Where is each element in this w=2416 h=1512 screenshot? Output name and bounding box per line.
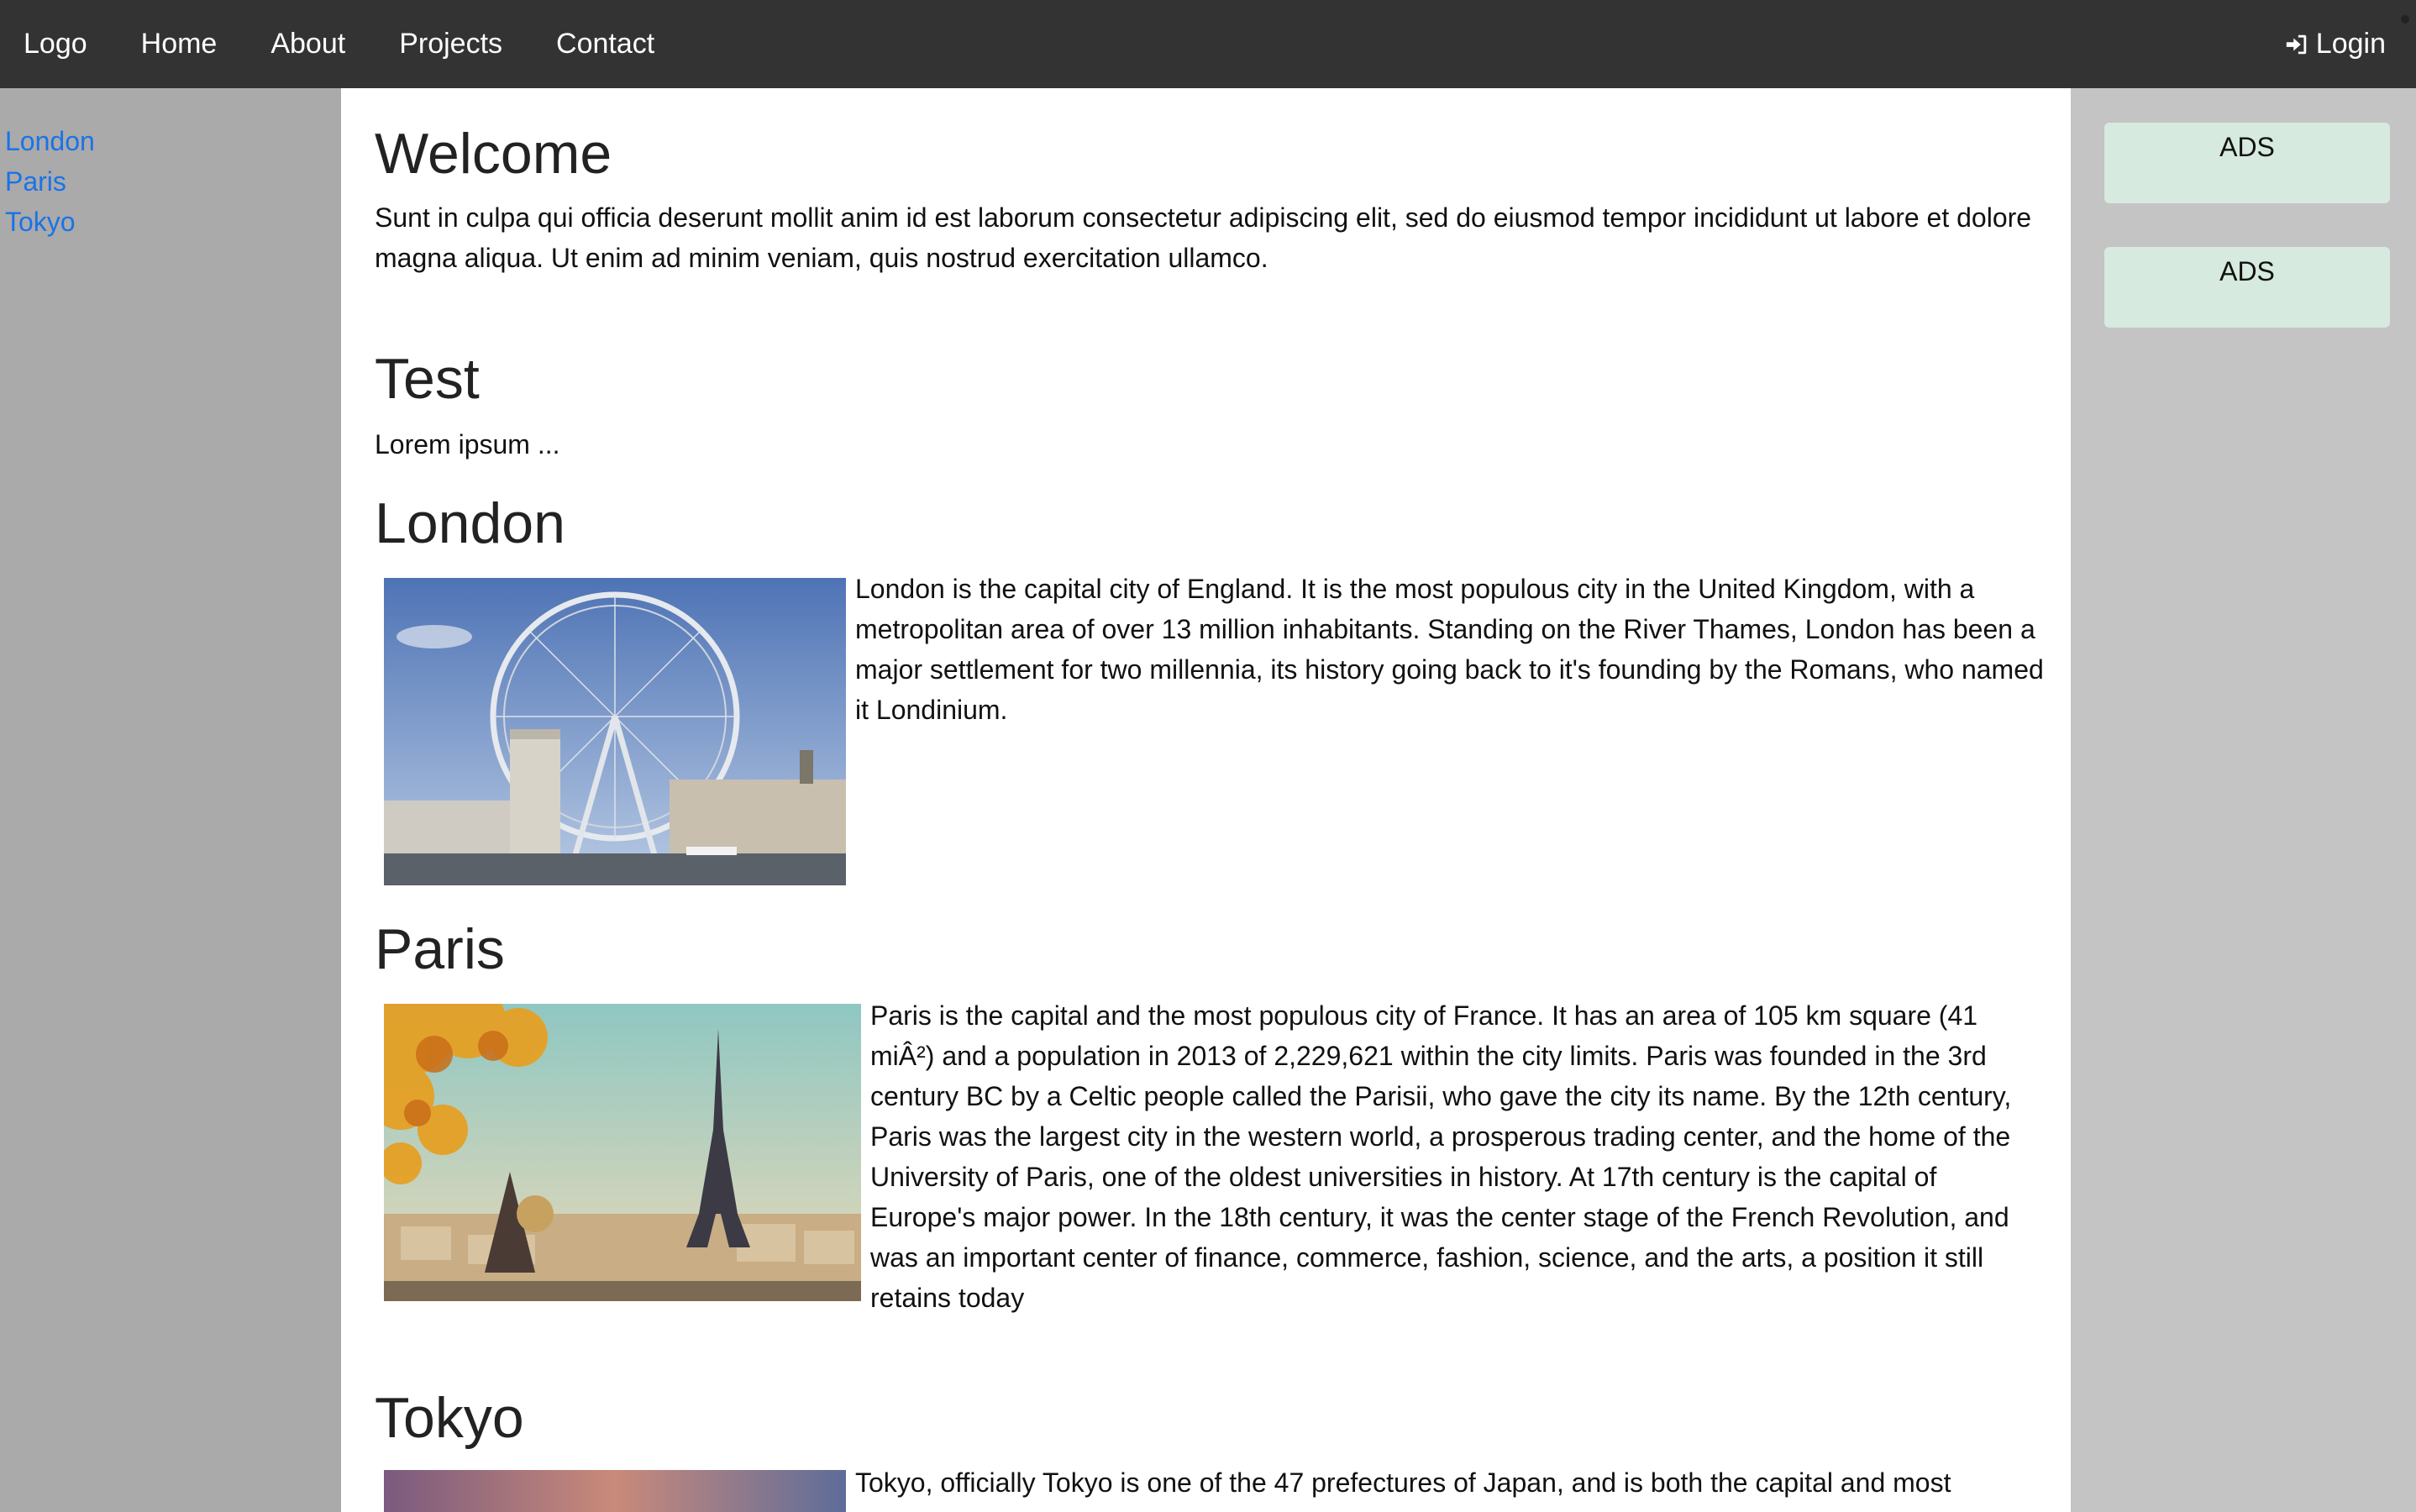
nav-item-contact[interactable]: Contact xyxy=(529,0,681,88)
london-paragraph: London is the capital city of England. I… xyxy=(855,574,2044,725)
login-button[interactable]: Login xyxy=(2284,0,2386,88)
paris-heading: Paris xyxy=(375,917,505,981)
nav-item-about[interactable]: About xyxy=(244,0,372,88)
welcome-heading: Welcome xyxy=(375,122,612,186)
nav-menu: Logo Home About Projects Contact xyxy=(0,0,681,88)
corner-dot xyxy=(2401,15,2409,24)
sidebar-link-paris[interactable]: Paris xyxy=(5,165,66,198)
london-heading: London xyxy=(375,491,565,555)
tokyo-heading: Tokyo xyxy=(375,1386,524,1450)
sidebar-link-london[interactable]: London xyxy=(5,124,95,158)
london-eye-image xyxy=(384,578,846,885)
tokyo-paragraph: Tokyo, officially Tokyo is one of the 47… xyxy=(855,1467,1951,1498)
sign-in-icon xyxy=(2286,34,2307,54)
right-ads-column: ADS ADS xyxy=(2071,88,2416,1512)
main-content: Welcome Sunt in culpa qui officia deseru… xyxy=(341,88,2071,1512)
ad-box-1[interactable]: ADS xyxy=(2104,123,2390,203)
eiffel-tower-image xyxy=(384,1004,861,1301)
nav-item-projects[interactable]: Projects xyxy=(372,0,529,88)
nav-logo-link[interactable]: Logo xyxy=(0,0,114,88)
ad-box-2[interactable]: ADS xyxy=(2104,247,2390,328)
top-navbar: Logo Home About Projects Contact Login xyxy=(0,0,2416,88)
nav-item-home[interactable]: Home xyxy=(114,0,244,88)
sidebar-link-tokyo[interactable]: Tokyo xyxy=(5,205,76,239)
login-label: Login xyxy=(2315,28,2386,60)
paris-paragraph: Paris is the capital and the most populo… xyxy=(870,1000,2012,1313)
tokyo-image xyxy=(384,1470,846,1512)
test-heading: Test xyxy=(375,347,480,411)
test-paragraph: Lorem ipsum ... xyxy=(375,429,560,459)
welcome-paragraph: Sunt in culpa qui officia deserunt molli… xyxy=(375,202,2032,273)
left-sidebar: London Paris Tokyo xyxy=(0,88,341,1512)
